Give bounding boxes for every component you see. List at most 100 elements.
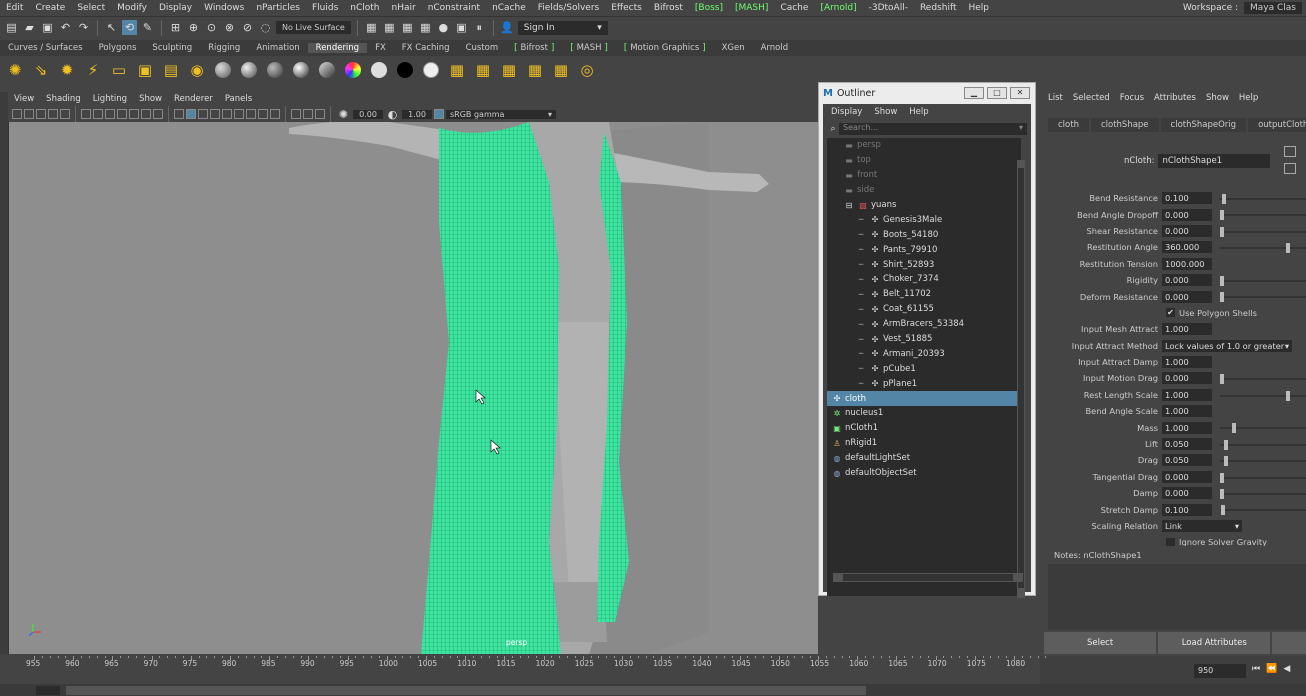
ambient-occlusion-icon[interactable] [246, 109, 256, 119]
attribute-slider[interactable] [1220, 275, 1306, 286]
color-space-dropdown[interactable]: sRGB gamma ▾ [446, 109, 556, 119]
outliner-row[interactable]: ▬ side [827, 183, 1021, 198]
shelf-tab-motion-graphics[interactable]: Motion Graphics [616, 43, 714, 53]
outliner-row[interactable]: ♙ nRigid1 [827, 436, 1021, 451]
ipr-shelf-icon[interactable]: ▦ [472, 59, 494, 81]
outliner-row[interactable]: ✲ nucleus1 [827, 406, 1021, 421]
slider-handle[interactable] [1285, 390, 1290, 401]
layered-shader-icon[interactable] [420, 59, 442, 81]
ae-tab-outputcloth1[interactable]: outputCloth1 [1248, 118, 1306, 132]
directional-light-icon[interactable]: ⇘ [30, 59, 52, 81]
slider-handle[interactable] [1220, 275, 1224, 286]
focus-icon[interactable] [1284, 146, 1296, 157]
menu-item-fluids[interactable]: Fluids [306, 3, 344, 13]
shelf-tab-animation[interactable]: Animation [248, 43, 307, 53]
attribute-value-field[interactable]: 0.050 [1162, 438, 1212, 451]
camera-attributes-icon[interactable] [24, 109, 34, 119]
outliner-row[interactable]: ┈ ✣ ArmBracers_53384 [827, 317, 1021, 332]
new-scene-icon[interactable]: ▤ [4, 20, 19, 35]
outliner-row[interactable]: ✣ cloth [827, 391, 1021, 407]
redo-icon[interactable]: ↷ [76, 20, 91, 35]
menu-item-nhair[interactable]: nHair [386, 3, 422, 13]
blinn-icon[interactable] [238, 59, 260, 81]
anti-aliasing-icon[interactable] [270, 109, 280, 119]
slider-handle[interactable] [1220, 292, 1224, 303]
outliner-row[interactable]: ◍ defaultLightSet [827, 451, 1021, 466]
volume-light-icon[interactable]: ▣ [134, 59, 156, 81]
pause-render-icon[interactable]: ⏸ [472, 20, 487, 35]
live-surface-field[interactable]: No Live Surface [276, 21, 351, 34]
menu-item-nconstraint[interactable]: nConstraint [422, 3, 486, 13]
phong-icon[interactable] [290, 59, 312, 81]
slider-handle[interactable] [1220, 505, 1225, 516]
ramp-shader-icon[interactable] [342, 59, 364, 81]
menu-item-cache[interactable]: Cache [774, 3, 814, 13]
shelf-tab-curves-surfaces[interactable]: Curves / Surfaces [0, 43, 91, 53]
area-light-icon[interactable]: ▭ [108, 59, 130, 81]
attribute-value-field[interactable]: 1000.000 [1162, 257, 1212, 270]
isolate-select-icon[interactable] [291, 109, 301, 119]
film-gate-icon[interactable] [93, 109, 103, 119]
menu-item-arnold[interactable]: [Arnold] [814, 3, 862, 13]
node-name-field[interactable]: nClothShape1 [1158, 154, 1271, 168]
time-slider[interactable]: 955 960 965 970 975 980 985 990 995 1000 1005 1010 1… [0, 656, 1306, 684]
checkbox[interactable] [1166, 537, 1175, 546]
paint-effects-icon[interactable]: ◎ [576, 59, 598, 81]
attribute-value-field[interactable]: 1.000 [1162, 405, 1212, 418]
ae-tab-clothshapeorig[interactable]: clothShapeOrig [1160, 118, 1247, 132]
attribute-value-field[interactable]: 0.000 [1162, 487, 1212, 500]
wireframe-icon[interactable] [174, 109, 184, 119]
attribute-value-field[interactable]: 0.000 [1162, 224, 1212, 237]
grid-icon[interactable] [81, 109, 91, 119]
attribute-slider[interactable] [1220, 472, 1306, 483]
outliner-row[interactable]: ◍ defaultObjectSet [827, 466, 1021, 481]
slider-handle[interactable] [1220, 210, 1224, 221]
checkbox[interactable]: ✔ [1166, 308, 1175, 318]
outliner-row[interactable]: ┈ ✣ pPlane1 [827, 376, 1021, 391]
viewport-menu-shading[interactable]: Shading [40, 94, 87, 104]
wireframe-on-shaded-icon[interactable] [198, 109, 208, 119]
attribute-slider[interactable] [1220, 194, 1306, 204]
sign-in-dropdown[interactable]: Sign In ▾ [517, 20, 608, 35]
attribute-slider[interactable] [1220, 226, 1306, 237]
select-tool-icon[interactable]: ↖ [104, 20, 119, 35]
xray-icon[interactable] [303, 109, 313, 119]
render-sequence-icon[interactable]: ▦ [550, 59, 572, 81]
shelf-tab-xgen[interactable]: XGen [714, 43, 753, 53]
attribute-slider[interactable] [1220, 456, 1306, 467]
step-back-icon[interactable]: ⏪ [1266, 664, 1277, 674]
ae-menu-show[interactable]: Show [1206, 93, 1229, 103]
slider-handle[interactable] [1220, 226, 1224, 237]
menu-item-mash[interactable]: [MASH] [729, 3, 774, 13]
shelf-tab-rigging[interactable]: Rigging [200, 43, 248, 53]
attribute-value-field[interactable]: 1.000 [1162, 421, 1212, 434]
image-plane-icon[interactable] [48, 109, 58, 119]
attribute-value-field[interactable]: 360.000 [1162, 241, 1212, 254]
slider-handle[interactable] [1220, 489, 1224, 500]
select-button[interactable]: Select [1044, 632, 1157, 654]
slider-handle[interactable] [1285, 243, 1290, 254]
maximize-icon[interactable]: □ [987, 87, 1007, 99]
attribute-slider[interactable] [1220, 505, 1306, 516]
slider-handle[interactable] [1220, 374, 1224, 385]
time-ruler[interactable]: 955 960 965 970 975 980 985 990 995 1000 1005 1010 1… [0, 656, 1047, 684]
notes-textarea[interactable] [1048, 564, 1306, 630]
attribute-value-field[interactable]: 0.100 [1162, 192, 1212, 205]
resolution-gate-icon[interactable] [105, 109, 115, 119]
attribute-slider[interactable] [1220, 423, 1306, 434]
ae-menu-attributes[interactable]: Attributes [1154, 93, 1196, 103]
viewport-menu-lighting[interactable]: Lighting [87, 94, 133, 104]
snap-view-icon[interactable]: ⊗ [222, 20, 237, 35]
workspace-selector[interactable]: Workspace : Maya Clas [1183, 0, 1306, 16]
safe-title-icon[interactable] [153, 109, 163, 119]
outliner-menu-show[interactable]: Show [874, 107, 897, 117]
outliner-row[interactable]: ⊟ ▧ yuans [827, 198, 1021, 213]
surface-shader-icon[interactable] [368, 59, 390, 81]
outliner-row[interactable]: ┈ ✣ Pants_79910 [827, 242, 1021, 257]
menu-item-ncache[interactable]: nCache [486, 3, 532, 13]
slider-handle[interactable] [1221, 194, 1226, 204]
attribute-value-field[interactable]: 1.000 [1162, 323, 1212, 336]
2d-pan-icon[interactable] [60, 109, 70, 119]
menu-item-windows[interactable]: Windows [198, 3, 250, 13]
slider-handle[interactable] [1232, 423, 1237, 434]
